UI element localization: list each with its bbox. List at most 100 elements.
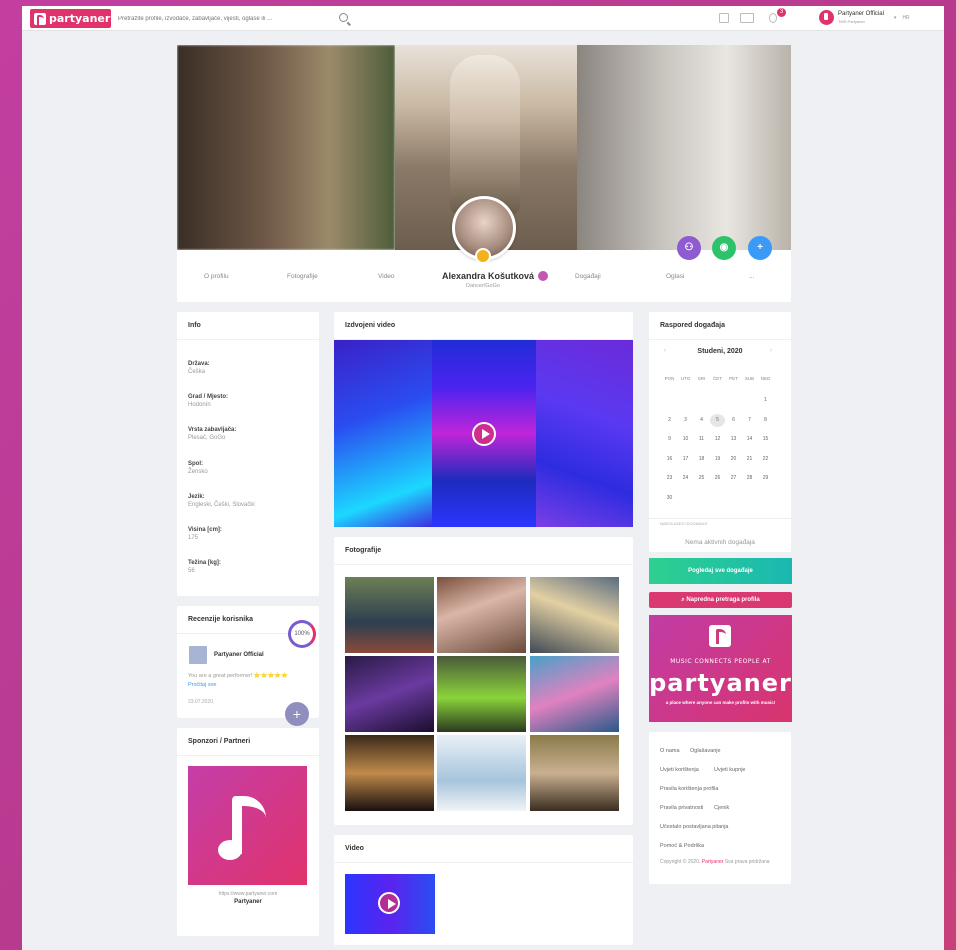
calendar-day[interactable]: 9 bbox=[662, 433, 677, 446]
verified-icon bbox=[538, 271, 549, 281]
featured-video-title: Izdvojeni video bbox=[334, 312, 633, 340]
notifications-icon[interactable] bbox=[769, 13, 777, 23]
photo-thumbnail[interactable] bbox=[437, 656, 526, 732]
video-title: Video bbox=[334, 835, 633, 863]
sponsor-logo[interactable] bbox=[188, 766, 307, 885]
copyright-suffix: Sva prava pridržana bbox=[724, 859, 770, 865]
info-title: Info bbox=[177, 312, 319, 340]
calendar-day[interactable]: 6 bbox=[726, 414, 741, 427]
ad-subline: a place where anyone can make profits wi… bbox=[665, 700, 776, 705]
user-name: Partyaner Official bbox=[838, 10, 884, 17]
search-icon[interactable] bbox=[339, 13, 348, 22]
photo-thumbnail[interactable] bbox=[345, 577, 434, 653]
add-friend-button[interactable]: ⚇ bbox=[677, 236, 701, 260]
footer-link-help[interactable]: Pomoć & Podrška bbox=[660, 843, 704, 849]
calendar-day[interactable]: 19 bbox=[710, 453, 725, 466]
calendar-day[interactable]: 22 bbox=[758, 453, 773, 466]
chevron-right-icon[interactable]: › bbox=[770, 348, 772, 354]
chevron-down-icon[interactable]: ▾ bbox=[894, 15, 897, 21]
calendar-day[interactable]: 23 bbox=[662, 472, 677, 485]
weekday-label: ČET bbox=[713, 376, 722, 381]
play-icon[interactable] bbox=[472, 422, 496, 446]
calendar-day[interactable]: 26 bbox=[710, 472, 725, 485]
photo-thumbnail[interactable] bbox=[345, 656, 434, 732]
footer-link-profile-rules[interactable]: Pravila korištenja profila bbox=[660, 786, 718, 792]
info-card: Info Država: Češka Grad / Mjesto: Hodonín … bbox=[177, 312, 319, 596]
messages-icon[interactable] bbox=[740, 13, 754, 23]
photo-thumbnail[interactable] bbox=[530, 735, 619, 811]
calendar-day[interactable]: 18 bbox=[694, 453, 709, 466]
tab-photos[interactable]: Fotografije bbox=[287, 273, 318, 280]
play-icon[interactable] bbox=[378, 892, 400, 914]
copyright-brand[interactable]: Partyaner bbox=[702, 859, 724, 865]
photo-thumbnail[interactable] bbox=[437, 577, 526, 653]
calendar-day[interactable]: 11 bbox=[694, 433, 709, 446]
calendar-day[interactable]: 29 bbox=[758, 472, 773, 485]
add-review-button[interactable]: + bbox=[285, 702, 309, 726]
tab-more[interactable]: ... bbox=[749, 273, 754, 280]
user-menu[interactable]: Partyaner Official TMS Partyaner ▾ HR bbox=[819, 10, 910, 25]
photo-thumbnail[interactable] bbox=[530, 656, 619, 732]
video-thumbnail[interactable] bbox=[345, 874, 435, 934]
calendar-day[interactable]: 16 bbox=[662, 453, 677, 466]
logo-text: partyaner bbox=[49, 12, 111, 25]
calendar-day[interactable]: 20 bbox=[726, 453, 741, 466]
footer-link-about[interactable]: O nama bbox=[660, 748, 680, 754]
footer-link-pricing[interactable]: Cjenik bbox=[714, 805, 729, 811]
calendar-day[interactable]: 27 bbox=[726, 472, 741, 485]
calendar-day[interactable]: 10 bbox=[678, 433, 693, 446]
info-height: Visina [cm]: 175 bbox=[188, 527, 222, 541]
profile-name: Alexandra Košutková bbox=[442, 271, 535, 281]
news-icon[interactable] bbox=[719, 13, 729, 23]
calendar-day[interactable]: 25 bbox=[694, 472, 709, 485]
footer-link-advertising[interactable]: Oglašavanje bbox=[690, 748, 721, 754]
copyright-text: Copyright © 2020. Partyaner Sva prava pr… bbox=[660, 859, 770, 865]
tab-events[interactable]: Događaji bbox=[575, 273, 601, 280]
photo-thumbnail[interactable] bbox=[437, 735, 526, 811]
calendar-day[interactable]: 17 bbox=[678, 453, 693, 466]
add-button[interactable]: + bbox=[748, 236, 772, 260]
calendar-day[interactable]: 3 bbox=[678, 414, 693, 427]
follow-rss-button[interactable]: ◉ bbox=[712, 236, 736, 260]
calendar-day[interactable]: 5 bbox=[710, 413, 725, 427]
calendar-day[interactable]: 8 bbox=[758, 414, 773, 427]
calendar-day[interactable]: 30 bbox=[662, 492, 677, 505]
calendar-day[interactable]: 14 bbox=[742, 433, 757, 446]
calendar-day[interactable]: 12 bbox=[710, 433, 725, 446]
info-language: Jezik: Engleski, Češki, Slovački bbox=[188, 494, 255, 508]
calendar-day[interactable]: 21 bbox=[742, 453, 757, 466]
featured-video-player[interactable] bbox=[334, 340, 633, 527]
calendar-day[interactable]: 2 bbox=[662, 414, 677, 427]
tab-about[interactable]: O profilu bbox=[204, 273, 229, 280]
view-all-events-button[interactable]: Pogledaj sve događaje bbox=[649, 558, 792, 584]
photo-thumbnail[interactable] bbox=[530, 577, 619, 653]
partyaner-ad-banner[interactable]: MUSIC CONNECTS PEOPLE AT partyaner a pla… bbox=[649, 615, 792, 722]
calendar-day[interactable]: 28 bbox=[742, 472, 757, 485]
photo-thumbnail[interactable] bbox=[345, 735, 434, 811]
weekday-label: SUB bbox=[744, 376, 755, 381]
footer-link-terms[interactable]: Uvjeti korištenja bbox=[660, 767, 699, 773]
calendar-day[interactable]: 7 bbox=[742, 414, 757, 427]
tab-ads[interactable]: Oglasi bbox=[666, 273, 684, 280]
footer-link-faq[interactable]: Učestalo postavljana pitanja bbox=[660, 824, 729, 830]
calendar-day[interactable]: 4 bbox=[694, 414, 709, 427]
search-input[interactable] bbox=[114, 15, 334, 22]
tab-video[interactable]: Video bbox=[378, 273, 395, 280]
calendar-day[interactable]: 24 bbox=[678, 472, 693, 485]
calendar-day[interactable]: 15 bbox=[758, 433, 773, 446]
read-all-link[interactable]: Pročitaj sve bbox=[188, 682, 216, 688]
language-selector[interactable]: HR bbox=[902, 15, 909, 21]
calendar-day[interactable]: 13 bbox=[726, 433, 741, 446]
search-bar[interactable] bbox=[114, 9, 356, 28]
advanced-search-button[interactable]: ⌕ Napredna pretraga profila bbox=[649, 592, 792, 608]
footer-link-privacy[interactable]: Pravila privatnosti bbox=[660, 805, 703, 811]
thumbs-up-icon bbox=[189, 646, 207, 664]
sponsors-card: Sponzori / Partneri https://www.partyane… bbox=[177, 728, 319, 936]
footer-link-purchase-terms[interactable]: Uvjeti kupnje bbox=[714, 767, 746, 773]
site-logo[interactable]: partyaner bbox=[30, 9, 111, 28]
rating-percent: 100% bbox=[288, 620, 316, 648]
sponsor-url[interactable]: https://www.partyaner.com bbox=[177, 891, 319, 897]
calendar-day[interactable]: 1 bbox=[758, 394, 773, 407]
profile-subtitle: Dancer/GoGo bbox=[466, 283, 500, 289]
events-calendar-card: Raspored događaja ‹ Studeni, 2020 › PON U… bbox=[649, 312, 791, 552]
